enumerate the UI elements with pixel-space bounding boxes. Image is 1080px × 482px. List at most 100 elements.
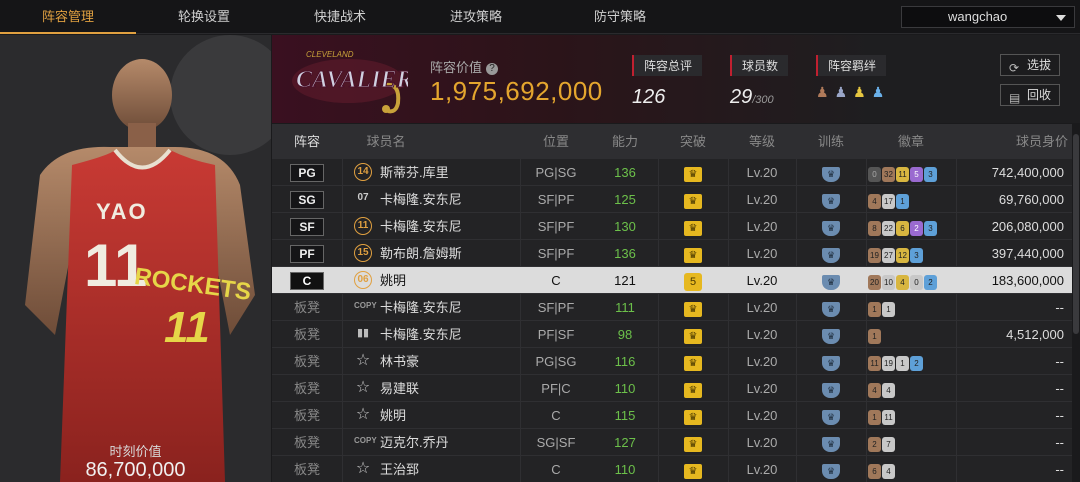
- chemistry-bronze-icon[interactable]: ♟: [816, 84, 829, 101]
- breakthrough-cell[interactable]: ♛: [658, 294, 728, 321]
- badge-count: 2: [910, 356, 923, 371]
- col-badges[interactable]: 徽章: [866, 124, 956, 159]
- user-dropdown[interactable]: wangchao: [901, 6, 1075, 28]
- col-ability[interactable]: 能力: [592, 124, 658, 159]
- player-name-cell: ☆ 林书豪: [352, 348, 520, 375]
- player-value: 206,080,000: [991, 219, 1064, 234]
- training-shield-icon: ♛: [822, 167, 840, 182]
- table-row[interactable]: 板凳 ☆ 易建联 PF|C 110 ♛ Lv.20 ♛ 44 --: [272, 375, 1080, 402]
- lineup-slot: 板凳: [272, 294, 342, 321]
- player-level: Lv.20: [746, 462, 778, 477]
- training-cell[interactable]: ♛: [796, 294, 866, 321]
- badges-cell: 27: [866, 429, 956, 456]
- player-value: --: [1055, 300, 1064, 315]
- badge-count: 2: [868, 437, 881, 452]
- select-button[interactable]: ⟳ 选拔: [1000, 54, 1060, 76]
- tab-lineup-management[interactable]: 阵容管理: [0, 0, 136, 34]
- badges-cell: 19 27 12 3: [866, 240, 956, 267]
- tab-defense-strategy[interactable]: 防守策略: [552, 0, 688, 34]
- table-row[interactable]: 板凳 ☆ 王治郅 C 110 ♛ Lv.20 ♛ 64 --: [272, 456, 1080, 482]
- copy-icon: COPY: [354, 301, 377, 310]
- col-position[interactable]: 位置: [520, 124, 592, 159]
- training-cell[interactable]: ♛: [796, 240, 866, 267]
- tab-rotation-settings[interactable]: 轮换设置: [136, 0, 272, 34]
- badge-count: 4: [868, 194, 881, 209]
- jersey-number-badge: 07: [357, 192, 369, 203]
- chemistry-blue-icon[interactable]: ♟: [872, 84, 885, 101]
- lineup-slot-badge: PF: [290, 245, 324, 263]
- badge-count: 6: [868, 464, 881, 479]
- table-row[interactable]: PF 15 勒布朗.詹姆斯 SF|PF 136 ♛ Lv.20 ♛ 19 27 12 3…: [272, 240, 1080, 267]
- badge-count: 19: [882, 356, 895, 371]
- col-lineup[interactable]: 阵容: [272, 124, 342, 159]
- chemistry-gold-icon[interactable]: ♟: [853, 84, 866, 101]
- player-level: Lv.20: [746, 435, 778, 450]
- tab-offense-strategy[interactable]: 进攻策略: [408, 0, 544, 34]
- lineup-value-label: 阵容价值?: [430, 57, 499, 76]
- col-level[interactable]: 等级: [728, 124, 796, 159]
- player-value: 69,760,000: [998, 192, 1064, 207]
- training-cell[interactable]: ♛: [796, 213, 866, 240]
- lineup-slot: PF: [272, 240, 342, 267]
- training-cell[interactable]: ♛: [796, 402, 866, 429]
- badge-count: 0: [868, 167, 881, 182]
- breakthrough-cell[interactable]: ♛: [658, 375, 728, 402]
- training-cell[interactable]: ♛: [796, 429, 866, 456]
- training-cell[interactable]: ♛: [796, 456, 866, 482]
- breakthrough-cell[interactable]: ♛: [658, 213, 728, 240]
- badge-count: 7: [882, 437, 895, 452]
- training-cell[interactable]: ♛: [796, 267, 866, 294]
- breakthrough-cell[interactable]: ♛: [658, 348, 728, 375]
- player-name: 卡梅隆.安东尼: [380, 192, 462, 207]
- scrollbar[interactable]: [1072, 124, 1080, 482]
- col-breakthrough[interactable]: 突破: [658, 124, 728, 159]
- breakthrough-cell[interactable]: ♛: [658, 321, 728, 348]
- breakthrough-cell[interactable]: ♛: [658, 429, 728, 456]
- training-shield-icon: ♛: [822, 329, 840, 344]
- player-value: 397,440,000: [991, 246, 1064, 261]
- breakthrough-cell[interactable]: ♛: [658, 159, 728, 186]
- breakthrough-cell[interactable]: 5: [658, 267, 728, 294]
- player-position: PG|SG: [535, 354, 577, 369]
- player-name: 姚明: [380, 273, 407, 288]
- table-row[interactable]: SF 11 卡梅隆.安东尼 SF|PF 130 ♛ Lv.20 ♛ 8 22 6 2 3 …: [272, 213, 1080, 240]
- col-player-value[interactable]: 球员身价: [972, 124, 1068, 159]
- table-row[interactable]: 板凳 COPY 迈克尔.乔丹 SG|SF 127 ♛ Lv.20 ♛ 27 --: [272, 429, 1080, 456]
- badge-count: 2: [924, 275, 937, 290]
- training-cell[interactable]: ♛: [796, 321, 866, 348]
- table-row[interactable]: PG 14 斯蒂芬.库里 PG|SG 136 ♛ Lv.20 ♛ 0 32 11 5 3 …: [272, 159, 1080, 186]
- badge-count: 11: [896, 167, 909, 182]
- training-cell[interactable]: ♛: [796, 186, 866, 213]
- col-player-name[interactable]: 球员名: [356, 124, 416, 159]
- player-ability: 98: [617, 327, 633, 342]
- table-row[interactable]: 板凳 ☆ 姚明 C 115 ♛ Lv.20 ♛ 1 11 --: [272, 402, 1080, 429]
- lineup-slot-badge: SG: [290, 191, 324, 209]
- player-name: 卡梅隆.安东尼: [380, 300, 462, 315]
- chemistry-silver-icon[interactable]: ♟: [835, 84, 848, 101]
- crown-icon: ♛: [684, 167, 702, 182]
- breakthrough-cell[interactable]: ♛: [658, 402, 728, 429]
- table-row[interactable]: 板凳 ▮▮ 卡梅隆.安东尼 PF|SF 98 ♛ Lv.20 ♛ 1 4,512,…: [272, 321, 1080, 348]
- training-cell[interactable]: ♛: [796, 348, 866, 375]
- col-training[interactable]: 训练: [796, 124, 866, 159]
- tab-quick-tactics[interactable]: 快捷战术: [272, 0, 408, 34]
- breakthrough-cell[interactable]: ♛: [658, 456, 728, 482]
- scrollbar-thumb[interactable]: [1073, 134, 1079, 334]
- training-cell[interactable]: ♛: [796, 375, 866, 402]
- table-row[interactable]: 板凳 ☆ 林书豪 PG|SG 116 ♛ Lv.20 ♛ 11 19 1 2 --: [272, 348, 1080, 375]
- recycle-button[interactable]: ▤ 回收: [1000, 84, 1060, 106]
- training-cell[interactable]: ♛: [796, 159, 866, 186]
- player-value: 183,600,000: [991, 273, 1064, 288]
- breakthrough-cell[interactable]: ♛: [658, 186, 728, 213]
- table-row[interactable]: 板凳 COPY 卡梅隆.安东尼 SF|PF 111 ♛ Lv.20 ♛ 11 --: [272, 294, 1080, 321]
- table-row[interactable]: SG 07 卡梅隆.安东尼 SF|PF 125 ♛ Lv.20 ♛ 4 17 1 69…: [272, 186, 1080, 213]
- breakthrough-level-badge: 5: [684, 273, 702, 291]
- table-row[interactable]: C 06 姚明 C 121 5 Lv.20 ♛ 20 10 4 0 2 183,600,0…: [272, 267, 1080, 294]
- help-icon[interactable]: ?: [486, 62, 499, 75]
- training-shield-icon: ♛: [822, 302, 840, 317]
- breakthrough-cell[interactable]: ♛: [658, 240, 728, 267]
- lineup-slot: PG: [272, 159, 342, 186]
- logo-text: CAVALIERS: [296, 67, 408, 93]
- badge-count: 27: [882, 248, 895, 263]
- player-level: Lv.20: [746, 354, 778, 369]
